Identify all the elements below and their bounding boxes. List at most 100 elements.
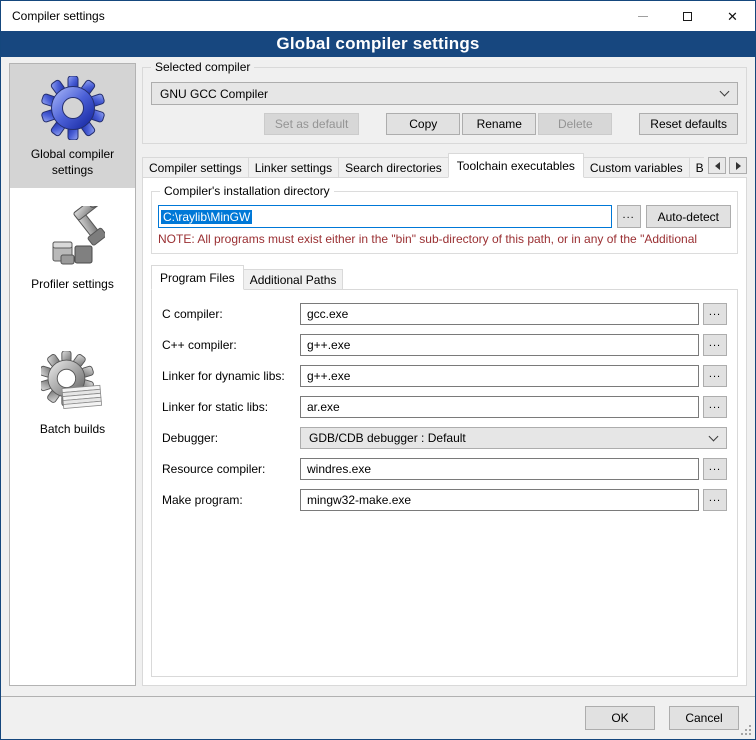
c-compiler-browse-button[interactable]: ...	[703, 303, 727, 325]
program-files-page: C compiler: gcc.exe ... C++ compiler: g+…	[151, 289, 738, 677]
dialog-footer: OK Cancel	[1, 696, 755, 739]
maximize-icon	[683, 12, 692, 21]
field-label: Debugger:	[162, 431, 300, 445]
tab-search-directories[interactable]: Search directories	[338, 157, 449, 178]
copy-button[interactable]: Copy	[386, 113, 460, 135]
minimize-button[interactable]	[620, 1, 665, 31]
minimize-icon	[638, 16, 648, 17]
resource-compiler-input[interactable]: windres.exe	[300, 458, 699, 480]
field-label: Linker for static libs:	[162, 400, 300, 414]
field-value: mingw32-make.exe	[307, 493, 411, 507]
sidebar-item-global-compiler-settings[interactable]: Global compiler settings	[10, 64, 135, 188]
linker-static-input[interactable]: ar.exe	[300, 396, 699, 418]
field-label: Resource compiler:	[162, 462, 300, 476]
tab-linker-settings[interactable]: Linker settings	[248, 157, 339, 178]
field-label: C compiler:	[162, 307, 300, 321]
page-title: Global compiler settings	[1, 31, 755, 57]
field-row-c-compiler: C compiler: gcc.exe ...	[162, 303, 727, 325]
compiler-settings-dialog: Compiler settings ✕ Global compiler sett…	[0, 0, 756, 740]
tab-compiler-settings[interactable]: Compiler settings	[142, 157, 249, 178]
sidebar-item-profiler-settings[interactable]: Profiler settings	[10, 194, 135, 303]
chevron-down-icon	[709, 431, 719, 441]
debugger-select-value: GDB/CDB debugger : Default	[309, 431, 710, 445]
toolchain-executables-page: Compiler's installation directory C:\ray…	[142, 177, 747, 686]
ok-button[interactable]: OK	[585, 706, 655, 730]
make-program-browse-button[interactable]: ...	[703, 489, 727, 511]
tab-custom-variables[interactable]: Custom variables	[583, 157, 690, 178]
tab-build[interactable]: Build	[689, 157, 704, 178]
field-value: g++.exe	[307, 338, 350, 352]
field-row-linker-static: Linker for static libs: ar.exe ...	[162, 396, 727, 418]
sidebar-item-label: Batch builds	[40, 422, 105, 438]
tab-scroll-buttons	[708, 157, 747, 178]
make-program-input[interactable]: mingw32-make.exe	[300, 489, 699, 511]
cpp-compiler-browse-button[interactable]: ...	[703, 334, 727, 356]
field-row-make-program: Make program: mingw32-make.exe ...	[162, 489, 727, 511]
batch-builds-icon	[41, 351, 105, 415]
field-label: C++ compiler:	[162, 338, 300, 352]
tab-scroll-left-button[interactable]	[708, 157, 726, 174]
maximize-button[interactable]	[665, 1, 710, 31]
reset-defaults-button[interactable]: Reset defaults	[639, 113, 738, 135]
settings-sidebar: Global compiler settings Profiler settin…	[9, 63, 136, 686]
debugger-select[interactable]: GDB/CDB debugger : Default	[300, 427, 727, 449]
rename-button[interactable]: Rename	[462, 113, 536, 135]
installation-directory-browse-button[interactable]: ...	[617, 205, 641, 228]
sidebar-item-label: Global compiler settings	[14, 147, 131, 178]
field-row-cpp-compiler: C++ compiler: g++.exe ...	[162, 334, 727, 356]
profiler-icon	[41, 206, 105, 270]
tab-scroll-area: Compiler settings Linker settings Search…	[142, 153, 704, 178]
arrow-right-icon	[736, 162, 741, 170]
linker-dynamic-browse-button[interactable]: ...	[703, 365, 727, 387]
field-row-resource-compiler: Resource compiler: windres.exe ...	[162, 458, 727, 480]
field-value: g++.exe	[307, 369, 350, 383]
program-files-tab-strip: Program Files Additional Paths	[151, 265, 738, 290]
compiler-buttons-row: Set as default Copy Rename Delete Reset …	[151, 113, 738, 135]
compiler-select-value: GNU GCC Compiler	[160, 87, 721, 101]
field-value: ar.exe	[307, 400, 340, 414]
dialog-body: Global compiler settings Profiler settin…	[1, 57, 755, 696]
bin-subdirectory-note: NOTE: All programs must exist either in …	[158, 232, 731, 246]
subtab-scroll-area: Program Files Additional Paths	[151, 265, 738, 290]
installation-directory-row: C:\raylib\MinGW ... Auto-detect	[158, 205, 731, 228]
set-as-default-button: Set as default	[264, 113, 359, 135]
auto-detect-button[interactable]: Auto-detect	[646, 205, 731, 228]
program-files-notebook: Program Files Additional Paths C compile…	[151, 265, 738, 677]
field-label: Make program:	[162, 493, 300, 507]
tab-scroll-right-button[interactable]	[729, 157, 747, 174]
chevron-down-icon	[720, 87, 730, 97]
sidebar-item-label: Profiler settings	[31, 277, 114, 293]
linker-static-browse-button[interactable]: ...	[703, 396, 727, 418]
tab-additional-paths[interactable]: Additional Paths	[243, 269, 344, 290]
arrow-left-icon	[715, 162, 720, 170]
installation-directory-group: Compiler's installation directory C:\ray…	[151, 191, 738, 254]
settings-content: Selected compiler GNU GCC Compiler Set a…	[142, 63, 747, 686]
tab-toolchain-executables[interactable]: Toolchain executables	[448, 153, 584, 178]
compiler-select[interactable]: GNU GCC Compiler	[151, 82, 738, 105]
field-label: Linker for dynamic libs:	[162, 369, 300, 383]
close-button[interactable]: ✕	[710, 1, 755, 31]
settings-tab-strip: Compiler settings Linker settings Search…	[142, 153, 747, 178]
field-value: gcc.exe	[307, 307, 348, 321]
installation-directory-value: C:\raylib\MinGW	[161, 210, 252, 224]
linker-dynamic-input[interactable]: g++.exe	[300, 365, 699, 387]
close-icon: ✕	[727, 10, 738, 23]
field-row-linker-dynamic: Linker for dynamic libs: g++.exe ...	[162, 365, 727, 387]
resource-compiler-browse-button[interactable]: ...	[703, 458, 727, 480]
resize-grip[interactable]	[740, 724, 753, 737]
window-title: Compiler settings	[1, 9, 620, 23]
cpp-compiler-input[interactable]: g++.exe	[300, 334, 699, 356]
field-value: windres.exe	[307, 462, 371, 476]
blue-gear-icon	[41, 76, 105, 140]
sidebar-item-batch-builds[interactable]: Batch builds	[10, 339, 135, 448]
c-compiler-input[interactable]: gcc.exe	[300, 303, 699, 325]
tab-program-files[interactable]: Program Files	[151, 265, 244, 290]
selected-compiler-group-label: Selected compiler	[151, 60, 254, 74]
delete-button: Delete	[538, 113, 612, 135]
field-row-debugger: Debugger: GDB/CDB debugger : Default	[162, 427, 727, 449]
installation-directory-group-label: Compiler's installation directory	[160, 184, 334, 198]
cancel-button[interactable]: Cancel	[669, 706, 739, 730]
selected-compiler-group: Selected compiler GNU GCC Compiler Set a…	[142, 67, 747, 144]
title-bar: Compiler settings ✕	[1, 1, 755, 31]
installation-directory-input[interactable]: C:\raylib\MinGW	[158, 205, 612, 228]
